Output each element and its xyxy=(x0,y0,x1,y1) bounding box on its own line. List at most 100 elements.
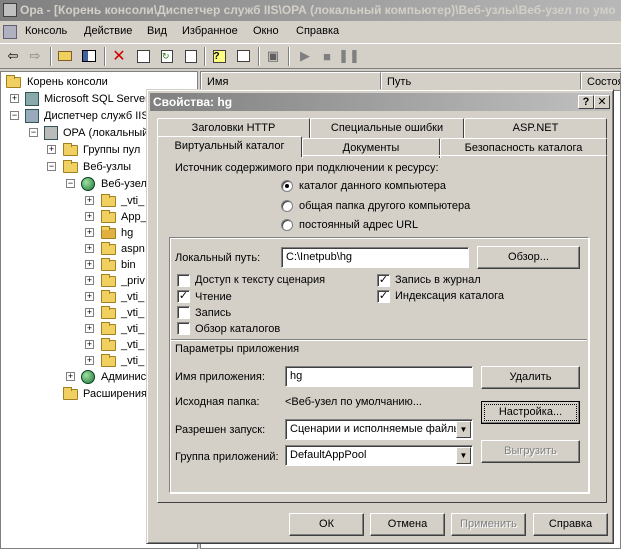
expand-icon[interactable]: + xyxy=(85,228,94,237)
source-label: Источник содержимого при подключении к р… xyxy=(175,162,439,174)
expand-icon[interactable]: + xyxy=(85,356,94,365)
computer-icon[interactable]: ▣ xyxy=(264,47,282,65)
checkbox-script-source-label[interactable]: Доступ к тексту сценария xyxy=(195,274,325,286)
folder-icon xyxy=(101,194,116,207)
tab-http-headers[interactable]: Заголовки HTTP xyxy=(157,118,310,138)
dialog-title: Свойства: hg xyxy=(153,95,233,109)
checkbox-dir-browsing-label[interactable]: Обзор каталогов xyxy=(195,323,280,335)
console-menu-icon[interactable] xyxy=(3,25,17,39)
menu-action[interactable]: Действие xyxy=(84,25,132,37)
expand-icon[interactable]: + xyxy=(66,372,75,381)
apply-button[interactable]: Применить xyxy=(451,513,526,536)
checkbox-index-label[interactable]: Индексация каталога xyxy=(395,290,504,302)
collapse-icon[interactable]: − xyxy=(10,111,19,120)
unload-button[interactable]: Выгрузить xyxy=(481,440,580,463)
folder-icon xyxy=(6,75,21,88)
menu-view[interactable]: Вид xyxy=(147,25,167,37)
toolbar: ⇦ ⇨ ✕ ↻ ? ▣ ▶ ■ ❚❚ xyxy=(0,43,621,69)
collapse-icon[interactable]: − xyxy=(29,128,38,137)
radio-share-label[interactable]: общая папка другого компьютера xyxy=(299,200,470,212)
folder-icon xyxy=(101,258,116,271)
menu-help[interactable]: Справка xyxy=(296,25,339,37)
dialog-help-button[interactable]: Справка xyxy=(533,513,608,536)
tab-aspnet[interactable]: ASP.NET xyxy=(464,118,607,138)
help-icon[interactable]: ? xyxy=(210,47,228,65)
expand-icon[interactable]: + xyxy=(85,292,94,301)
refresh-icon[interactable]: ↻ xyxy=(158,47,176,65)
expand-icon[interactable]: + xyxy=(85,260,94,269)
checkbox-index[interactable]: ✓ xyxy=(377,290,390,303)
collapse-icon[interactable]: − xyxy=(47,162,56,171)
expand-icon[interactable]: + xyxy=(10,94,19,103)
menu-favorites[interactable]: Избранное xyxy=(182,25,238,37)
computer-icon xyxy=(44,126,58,140)
cancel-button[interactable]: Отмена xyxy=(370,513,445,536)
app-pool-select[interactable]: DefaultAppPool ▼ xyxy=(285,445,473,466)
tab-custom-errors[interactable]: Специальные ошибки xyxy=(310,118,464,138)
checkbox-log-visits[interactable]: ✓ xyxy=(377,274,390,287)
ok-button[interactable]: ОК xyxy=(289,513,364,536)
properties-icon[interactable] xyxy=(134,47,152,65)
delete-icon[interactable]: ✕ xyxy=(110,47,128,65)
folder-icon xyxy=(101,338,116,351)
checkbox-dir-browsing[interactable] xyxy=(177,322,190,335)
checkbox-write[interactable] xyxy=(177,306,190,319)
expand-icon[interactable]: + xyxy=(85,244,94,253)
folder-icon xyxy=(63,160,78,173)
expand-icon[interactable]: + xyxy=(85,196,94,205)
radio-local-directory-label[interactable]: каталог данного компьютера xyxy=(299,180,446,192)
configuration-button[interactable]: Настройка... xyxy=(481,401,580,424)
folder-icon xyxy=(101,322,116,335)
local-path-input[interactable]: C:\Inetpub\hg xyxy=(281,247,469,268)
folder-icon xyxy=(101,210,116,223)
globe-icon xyxy=(81,177,95,191)
app-name-input[interactable]: hg xyxy=(285,366,473,387)
expand-icon[interactable]: + xyxy=(85,276,94,285)
properties-dialog: Свойства: hg ? ✕ Заголовки HTTP Специаль… xyxy=(146,89,614,544)
menu-console[interactable]: Консоль xyxy=(25,25,67,37)
app-pool-value: DefaultAppPool xyxy=(290,449,367,461)
up-folder-icon[interactable] xyxy=(56,47,74,65)
folder-icon xyxy=(101,306,116,319)
radio-url[interactable] xyxy=(281,219,293,231)
browse-button[interactable]: Обзор... xyxy=(477,246,580,269)
checkbox-script-source[interactable] xyxy=(177,274,190,287)
menu-window[interactable]: Окно xyxy=(253,25,279,37)
close-icon[interactable]: ✕ xyxy=(594,95,610,109)
start-folder-label: Исходная папка: xyxy=(175,396,260,408)
expand-icon[interactable]: + xyxy=(85,212,94,221)
stop-icon[interactable]: ■ xyxy=(318,47,336,65)
window-title-bar: Ора - [Корень консоли\Диспетчер служб II… xyxy=(0,0,621,21)
chevron-down-icon[interactable]: ▼ xyxy=(456,447,471,464)
collapse-icon[interactable]: − xyxy=(66,179,75,188)
app-pool-label: Группа приложений: xyxy=(175,451,279,463)
chevron-down-icon[interactable]: ▼ xyxy=(456,421,471,438)
pause-icon[interactable]: ❚❚ xyxy=(338,47,360,65)
radio-url-label[interactable]: постоянный адрес URL xyxy=(299,219,418,231)
app-settings-label: Параметры приложения xyxy=(175,343,300,355)
expand-icon[interactable]: + xyxy=(47,145,56,154)
checkbox-log-visits-label[interactable]: Запись в журнал xyxy=(395,274,481,286)
expand-icon[interactable]: + xyxy=(85,340,94,349)
tab-virtual-directory[interactable]: Виртуальный каталог xyxy=(157,136,302,157)
checkbox-write-label[interactable]: Запись xyxy=(195,307,231,319)
console-icon[interactable] xyxy=(234,47,252,65)
checkbox-read[interactable]: ✓ xyxy=(177,290,190,303)
checkbox-read-label[interactable]: Чтение xyxy=(195,291,232,303)
help-icon[interactable]: ? xyxy=(578,95,594,109)
expand-icon[interactable]: + xyxy=(85,308,94,317)
start-folder-value: <Веб-узел по умолчанию... xyxy=(285,396,422,408)
remove-button[interactable]: Удалить xyxy=(481,366,580,389)
folder-icon xyxy=(101,290,116,303)
exec-permissions-select[interactable]: Сценарии и исполняемые файлы ▼ xyxy=(285,419,473,440)
back-icon[interactable]: ⇦ xyxy=(4,47,22,65)
folder-icon xyxy=(101,274,116,287)
app-name-label: Имя приложения: xyxy=(175,371,265,383)
radio-local-directory[interactable] xyxy=(281,180,293,192)
show-tree-icon[interactable] xyxy=(80,47,98,65)
export-icon[interactable] xyxy=(182,47,200,65)
forward-icon[interactable]: ⇨ xyxy=(26,47,44,65)
radio-share[interactable] xyxy=(281,200,293,212)
play-icon[interactable]: ▶ xyxy=(296,47,314,65)
expand-icon[interactable]: + xyxy=(85,324,94,333)
